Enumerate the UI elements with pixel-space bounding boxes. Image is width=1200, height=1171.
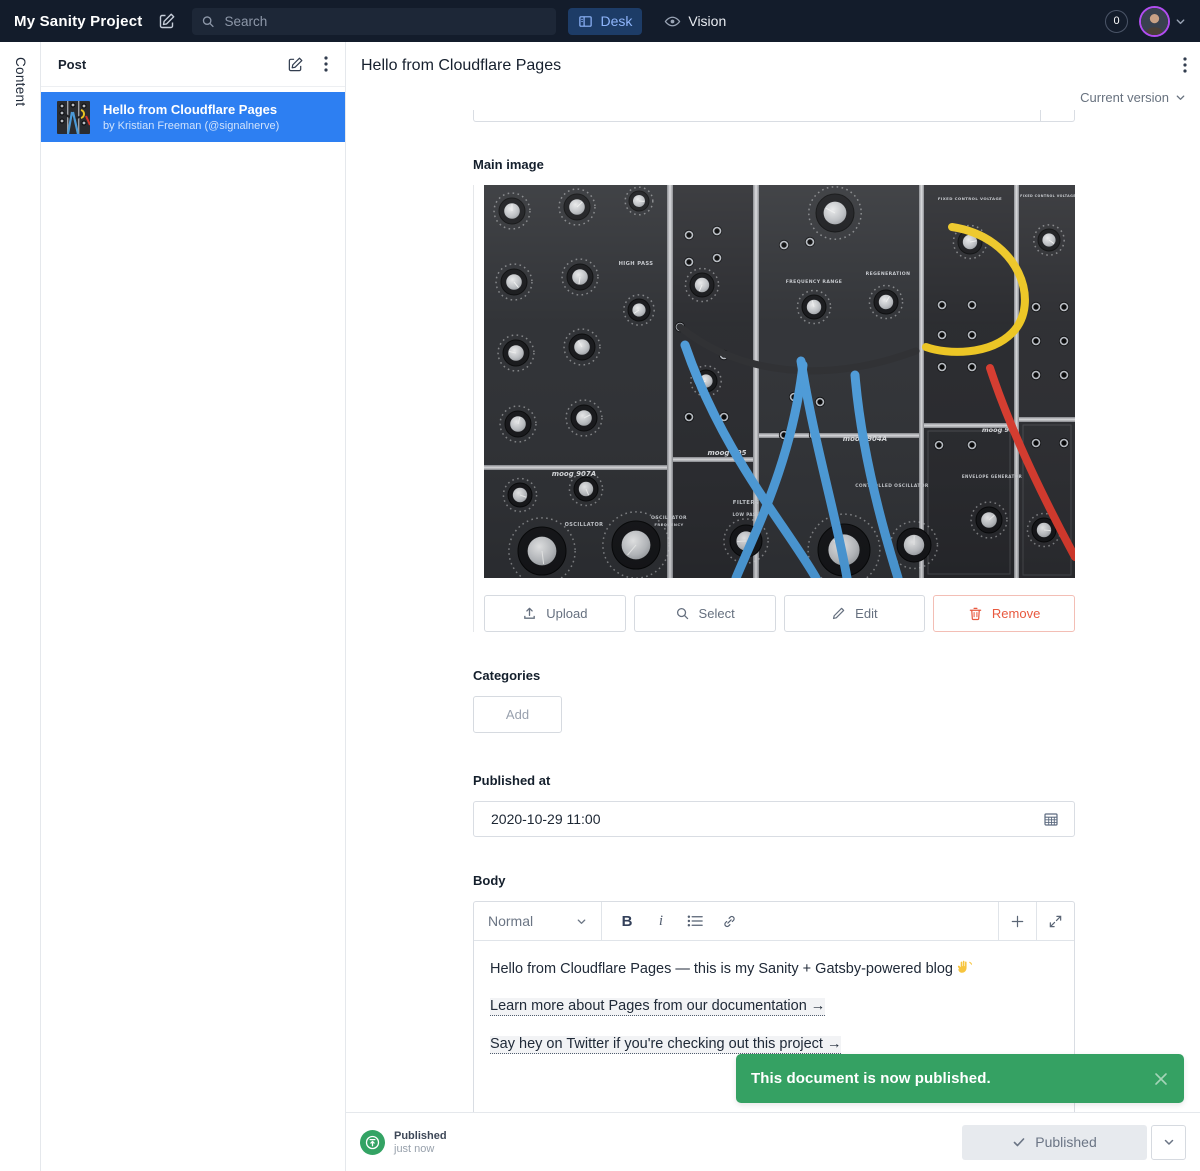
post-list-item-selected[interactable]: Hello from Cloudflare Pages by Kristian … xyxy=(41,92,345,142)
kebab-menu-icon[interactable] xyxy=(324,56,328,72)
tab-desk[interactable]: Desk xyxy=(568,8,642,35)
published-at-label: Published at xyxy=(473,773,1075,788)
post-thumbnail xyxy=(57,101,90,134)
edit-button[interactable]: Edit xyxy=(784,595,926,632)
publish-status-time: just now xyxy=(394,1143,447,1155)
check-icon xyxy=(1012,1135,1026,1149)
calendar-icon[interactable] xyxy=(1043,811,1059,827)
post-item-subtitle: by Kristian Freeman (@signalnerve) xyxy=(103,120,279,132)
fullscreen-button[interactable] xyxy=(1036,902,1074,940)
body-link[interactable]: Learn more about Pages from our document… xyxy=(490,998,825,1016)
main-image-field: HIGH PASS FREQUENCY RANGE REGENERATION F… xyxy=(473,185,1075,632)
version-selector[interactable]: Current version xyxy=(1080,90,1186,105)
search-input[interactable] xyxy=(223,13,548,30)
remove-button-label: Remove xyxy=(992,606,1040,621)
avatar[interactable] xyxy=(1141,8,1168,35)
categories-label: Categories xyxy=(473,668,1075,683)
eye-icon xyxy=(664,13,681,30)
plus-icon xyxy=(1010,914,1025,929)
chevron-down-icon xyxy=(1163,1136,1175,1148)
chevron-down-icon xyxy=(576,916,587,927)
publish-status-label: Published xyxy=(394,1130,447,1142)
user-menu-chevron-icon[interactable] xyxy=(1175,16,1186,27)
publish-button[interactable]: Published xyxy=(962,1125,1147,1160)
tab-vision-label: Vision xyxy=(688,13,726,29)
body-paragraph: Say hey on Twitter if you're checking ou… xyxy=(490,1036,1058,1053)
top-navbar: My Sanity Project Desk Vision 0 xyxy=(0,0,1200,42)
document-editor: Hello from Cloudflare Pages Current vers… xyxy=(346,42,1200,1171)
version-label: Current version xyxy=(1080,90,1169,105)
text-style-select[interactable]: Normal xyxy=(474,902,602,940)
search-bar[interactable] xyxy=(192,8,556,35)
published-at-input[interactable] xyxy=(489,810,1043,828)
main-image-label: Main image xyxy=(473,157,1075,172)
body-label: Body xyxy=(473,873,1075,888)
toast-message: This document is now published. xyxy=(751,1070,1153,1087)
document-footer: Published just now Published xyxy=(346,1112,1200,1171)
search-icon xyxy=(675,606,690,621)
upload-icon xyxy=(522,606,537,621)
select-button[interactable]: Select xyxy=(634,595,776,632)
publish-toast: This document is now published. xyxy=(736,1054,1184,1103)
desk-icon xyxy=(578,14,593,29)
body-toolbar: Normal B i xyxy=(474,902,1074,941)
chevron-down-icon xyxy=(1175,92,1186,103)
pencil-icon xyxy=(831,606,846,621)
tab-desk-label: Desk xyxy=(600,13,632,29)
panel-title: Post xyxy=(58,57,287,72)
add-category-button[interactable]: Add xyxy=(473,696,562,733)
upload-button[interactable]: Upload xyxy=(484,595,626,632)
expand-icon xyxy=(1048,914,1063,929)
bullet-list-button[interactable] xyxy=(678,902,712,940)
trash-icon xyxy=(968,606,983,621)
link-button[interactable] xyxy=(712,902,746,940)
italic-button[interactable]: i xyxy=(644,902,678,940)
publish-button-label: Published xyxy=(1035,1134,1097,1150)
main-image-photo[interactable]: HIGH PASS FREQUENCY RANGE REGENERATION F… xyxy=(484,185,1075,578)
project-title[interactable]: My Sanity Project xyxy=(14,13,142,30)
body-link[interactable]: Say hey on Twitter if you're checking ou… xyxy=(490,1036,841,1054)
search-icon xyxy=(201,14,215,29)
document-title: Hello from Cloudflare Pages xyxy=(361,57,561,75)
published-status-icon xyxy=(360,1130,385,1155)
select-button-label: Select xyxy=(699,606,735,621)
body-paragraph: Hello from Cloudflare Pages — this is my… xyxy=(490,959,1058,978)
tab-vision[interactable]: Vision xyxy=(654,8,736,35)
upload-button-label: Upload xyxy=(546,606,587,621)
post-list-panel: Post Hello from Cloudflare Pages by Kris… xyxy=(41,42,346,1171)
bold-button[interactable]: B xyxy=(610,902,644,940)
insert-block-button[interactable] xyxy=(998,902,1036,940)
published-at-field[interactable] xyxy=(473,801,1075,837)
avatar-photo xyxy=(1141,8,1168,35)
close-icon[interactable] xyxy=(1153,1071,1169,1087)
content-rail[interactable]: Content xyxy=(0,42,41,1171)
content-rail-label: Content xyxy=(13,57,28,106)
remove-button[interactable]: Remove xyxy=(933,595,1075,632)
notifications-badge[interactable]: 0 xyxy=(1105,10,1128,33)
compose-document-button[interactable] xyxy=(158,12,176,30)
body-paragraph: Learn more about Pages from our document… xyxy=(490,998,1058,1015)
text-style-value: Normal xyxy=(488,913,533,929)
compose-icon xyxy=(158,12,176,30)
post-item-title: Hello from Cloudflare Pages xyxy=(103,102,279,118)
edit-button-label: Edit xyxy=(855,606,877,621)
post-list-header: Post xyxy=(41,42,345,87)
document-form-scroll[interactable]: Main image xyxy=(346,110,1200,1112)
title-input-partial[interactable] xyxy=(473,110,1075,122)
link-icon xyxy=(722,914,737,929)
document-kebab-menu-icon[interactable] xyxy=(1183,57,1187,73)
new-document-icon[interactable] xyxy=(287,56,304,73)
publish-menu-chevron-button[interactable] xyxy=(1151,1125,1186,1160)
wave-emoji xyxy=(956,959,973,976)
bullet-list-icon xyxy=(687,914,704,928)
